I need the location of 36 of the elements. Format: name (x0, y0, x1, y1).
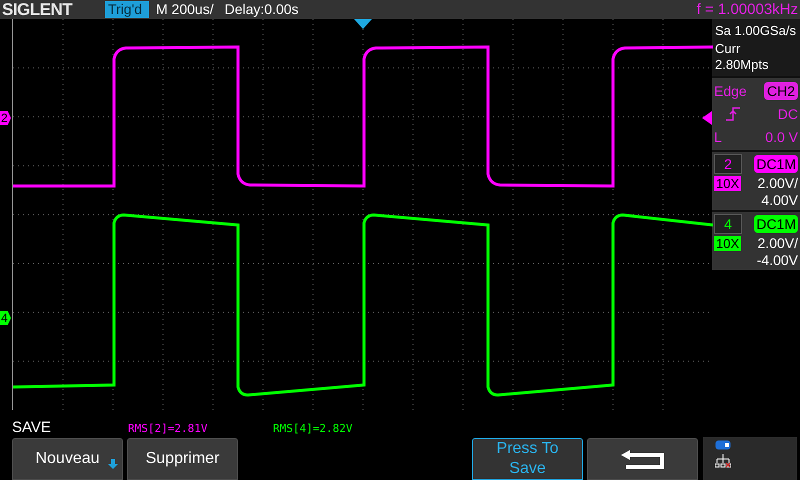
trigger-level: 0.0 V (765, 128, 798, 146)
rising-edge-icon (726, 107, 740, 121)
trigger-type: Edge (714, 82, 747, 100)
level-label: L (714, 128, 722, 146)
measurement-readout: RMS[4]=2.82V (273, 421, 354, 436)
measurement-readout: RMS[2]=2.81V (128, 421, 208, 436)
vertical-offset: -4.00V (756, 252, 798, 268)
logo: SIGLENT (1, 0, 74, 19)
channel-number: 2 (714, 154, 742, 174)
trigger-coupling: DC (778, 105, 798, 123)
trigger-source: CH2 (764, 82, 798, 100)
channel-number: 4 (714, 214, 742, 234)
back-button[interactable] (587, 438, 698, 480)
menu-title: SAVE (12, 419, 52, 436)
coupling-label: DC1M (754, 215, 798, 233)
coupling-label: DC1M (754, 155, 798, 173)
softkey-button[interactable]: Nouveau (12, 438, 123, 480)
sample-rate: Sa 1.00GSa/s (715, 23, 797, 39)
frequency-readout: f = 1.00003kHz (696, 1, 799, 18)
probe-label: 10X (714, 236, 742, 250)
probe-label: 10X (714, 176, 742, 190)
channel-marker[interactable]: 4 (0, 311, 11, 325)
down-arrow-icon (108, 459, 118, 469)
softkey-button[interactable]: Press To Save (472, 438, 583, 480)
softkey-button[interactable]: Supprimer (127, 438, 238, 480)
vertical-scale: 2.00V/ (758, 175, 798, 191)
vertical-offset: 4.00V (761, 192, 798, 208)
trigger-status: Trig'd (105, 1, 149, 18)
return-arrow-icon (620, 448, 666, 470)
delay-label: Delay:0.00s (224, 1, 299, 18)
network-icon (715, 454, 731, 468)
timebase-label: M 200us/ (156, 1, 214, 18)
usb-icon (715, 440, 731, 450)
channel-marker[interactable]: 2 (0, 111, 11, 125)
vertical-scale: 2.00V/ (758, 235, 798, 251)
memory-depth: Curr 2.80Mpts (715, 41, 770, 73)
